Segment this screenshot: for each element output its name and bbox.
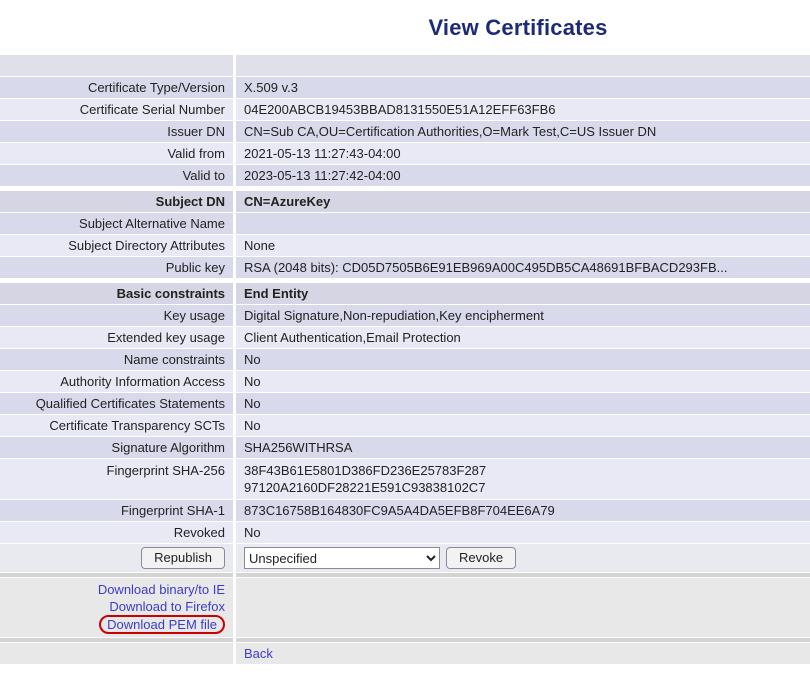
value-subject-alternative-name bbox=[236, 213, 810, 234]
label-subject-dn: Subject DN bbox=[0, 191, 233, 212]
section-gap bbox=[0, 187, 810, 190]
download-pem-link[interactable]: Download PEM file bbox=[107, 617, 217, 632]
label-signature-algorithm: Signature Algorithm bbox=[0, 437, 233, 458]
head-row-label-cell bbox=[0, 55, 233, 76]
value-qualified-certificates-statements: No bbox=[236, 393, 810, 414]
revoke-cell: Unspecified Revoke bbox=[236, 544, 810, 572]
separator-bar bbox=[0, 638, 233, 642]
label-certificate-type-version: Certificate Type/Version bbox=[0, 77, 233, 98]
title-bar: View Certificates bbox=[0, 0, 810, 55]
value-valid-from: 2021-05-13 11:27:43-04:00 bbox=[236, 143, 810, 164]
value-authority-information-access: No bbox=[236, 371, 810, 392]
value-certificate-transparency-scts: No bbox=[236, 415, 810, 436]
revocation-reason-select[interactable]: Unspecified bbox=[244, 547, 440, 569]
separator-bar bbox=[236, 638, 810, 642]
value-basic-constraints: End Entity bbox=[236, 283, 810, 304]
label-valid-to: Valid to bbox=[0, 165, 233, 186]
label-certificate-serial-number: Certificate Serial Number bbox=[0, 99, 233, 120]
value-key-usage: Digital Signature,Non-repudiation,Key en… bbox=[236, 305, 810, 326]
separator-bar bbox=[0, 573, 233, 577]
label-qualified-certificates-statements: Qualified Certificates Statements bbox=[0, 393, 233, 414]
value-extended-key-usage: Client Authentication,Email Protection bbox=[236, 327, 810, 348]
page-title: View Certificates bbox=[428, 15, 607, 41]
label-certificate-transparency-scts: Certificate Transparency SCTs bbox=[0, 415, 233, 436]
value-public-key: RSA (2048 bits): CD05D7505B6E91EB969A00C… bbox=[236, 257, 810, 278]
label-basic-constraints: Basic constraints bbox=[0, 283, 233, 304]
value-issuer-dn: CN=Sub CA,OU=Certification Authorities,O… bbox=[236, 121, 810, 142]
download-row-empty-cell bbox=[236, 578, 810, 637]
back-cell: Back bbox=[236, 643, 810, 664]
republish-button[interactable]: Republish bbox=[141, 547, 225, 569]
value-signature-algorithm: SHA256WITHRSA bbox=[236, 437, 810, 458]
value-subject-directory-attributes: None bbox=[236, 235, 810, 256]
download-links-cell: Download binary/to IE Download to Firefo… bbox=[0, 578, 233, 637]
separator-bar bbox=[236, 573, 810, 577]
value-name-constraints: No bbox=[236, 349, 810, 370]
value-revoked: No bbox=[236, 522, 810, 543]
head-row-value-cell bbox=[236, 55, 810, 76]
label-subject-directory-attributes: Subject Directory Attributes bbox=[0, 235, 233, 256]
revoke-button[interactable]: Revoke bbox=[446, 547, 516, 569]
label-issuer-dn: Issuer DN bbox=[0, 121, 233, 142]
value-valid-to: 2023-05-13 11:27:42-04:00 bbox=[236, 165, 810, 186]
label-key-usage: Key usage bbox=[0, 305, 233, 326]
back-link[interactable]: Back bbox=[244, 646, 273, 661]
label-fingerprint-sha1: Fingerprint SHA-1 bbox=[0, 500, 233, 521]
label-extended-key-usage: Extended key usage bbox=[0, 327, 233, 348]
value-fingerprint-sha256: 38F43B61E5801D386FD236E25783F287 97120A2… bbox=[236, 459, 810, 499]
download-binary-ie-link[interactable]: Download binary/to IE bbox=[98, 582, 225, 597]
label-fingerprint-sha256: Fingerprint SHA-256 bbox=[0, 459, 233, 499]
download-firefox-link[interactable]: Download to Firefox bbox=[109, 599, 225, 614]
value-fingerprint-sha1: 873C16758B164830FC9A5A4DA5EFB8F704EE6A79 bbox=[236, 500, 810, 521]
label-public-key: Public key bbox=[0, 257, 233, 278]
pem-highlight-oval: Download PEM file bbox=[99, 615, 225, 634]
value-certificate-type-version: X.509 v.3 bbox=[236, 77, 810, 98]
republish-cell: Republish bbox=[0, 544, 233, 572]
certificate-table: Certificate Type/Version X.509 v.3 Certi… bbox=[0, 55, 810, 664]
label-valid-from: Valid from bbox=[0, 143, 233, 164]
label-authority-information-access: Authority Information Access bbox=[0, 371, 233, 392]
value-subject-dn: CN=AzureKey bbox=[236, 191, 810, 212]
value-certificate-serial-number: 04E200ABCB19453BBAD8131550E51A12EFF63FB6 bbox=[236, 99, 810, 120]
label-subject-alternative-name: Subject Alternative Name bbox=[0, 213, 233, 234]
back-row-empty-cell bbox=[0, 643, 233, 664]
section-gap bbox=[0, 279, 810, 282]
label-name-constraints: Name constraints bbox=[0, 349, 233, 370]
label-revoked: Revoked bbox=[0, 522, 233, 543]
